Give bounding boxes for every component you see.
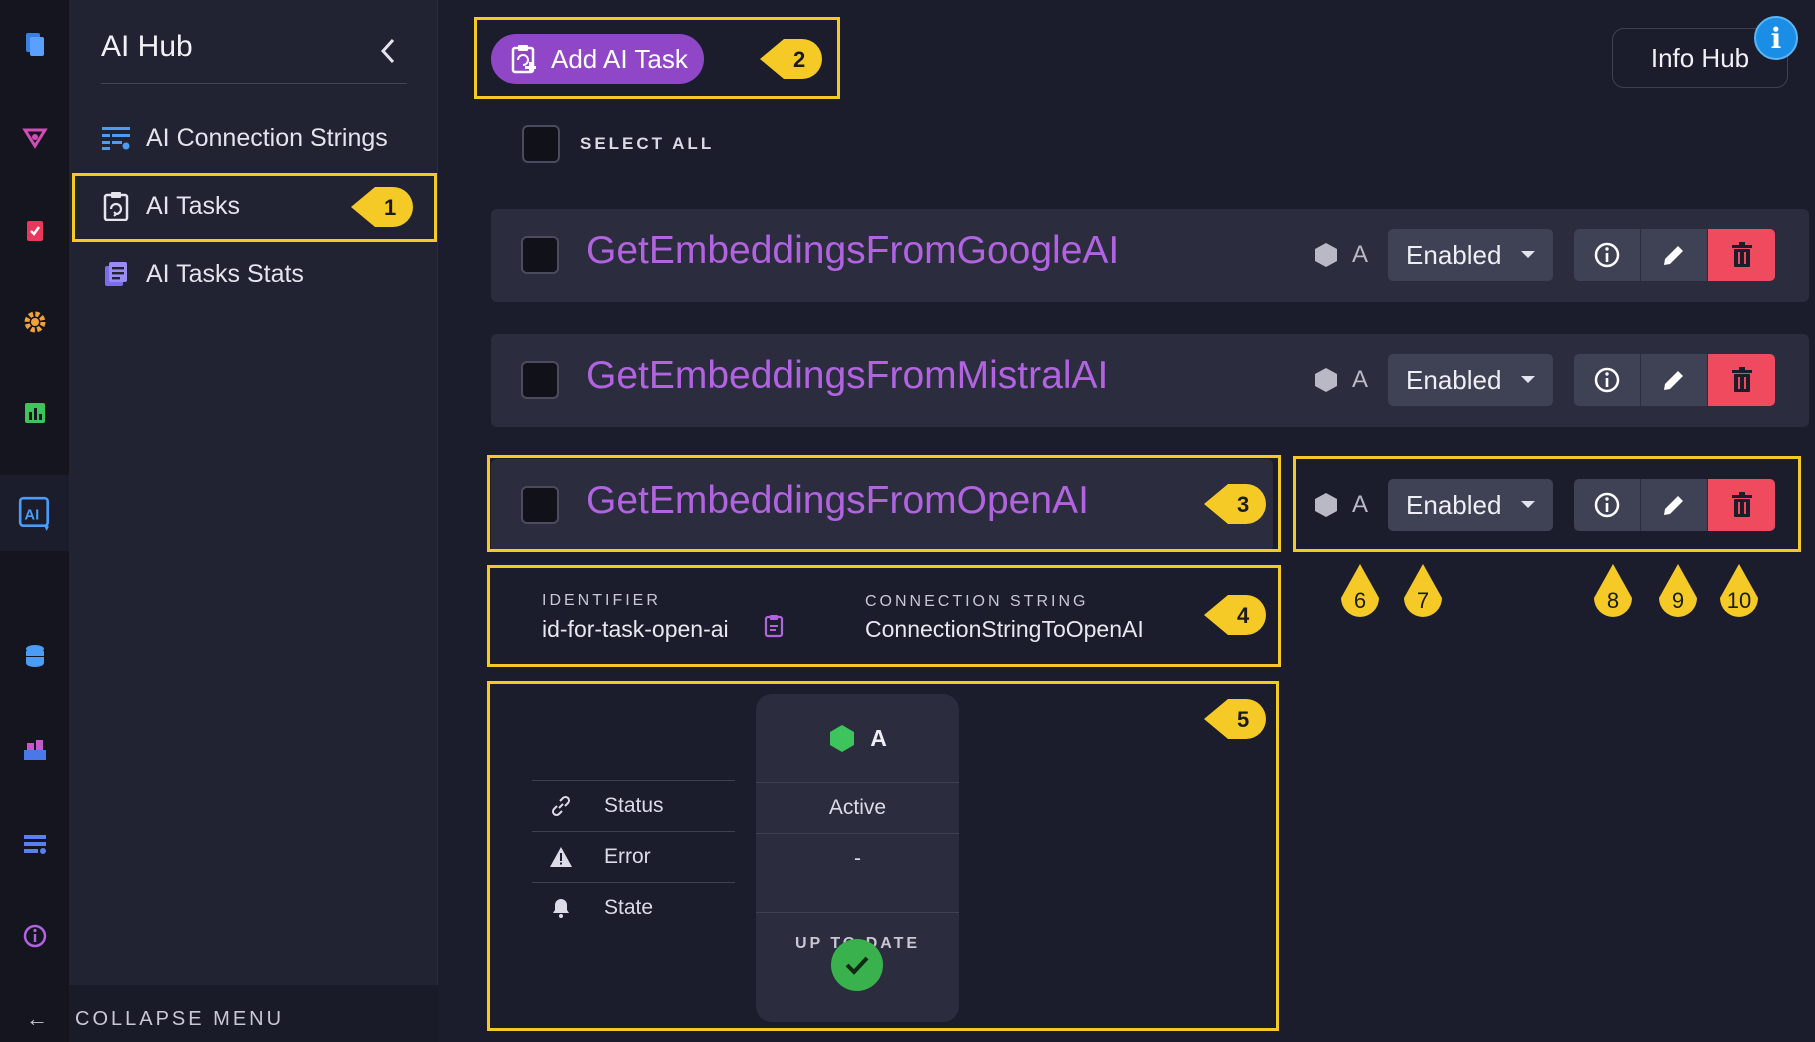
annotation-number: 4 (1237, 603, 1250, 628)
sidebar-item-ai-tasks-stats[interactable]: AI Tasks Stats (101, 246, 421, 302)
task-name-link[interactable]: GetEmbeddingsFromGoogleAI (586, 229, 1119, 273)
databases-icon[interactable] (0, 626, 69, 686)
state-dropdown-value: Enabled (1406, 364, 1502, 395)
delete-button[interactable] (1708, 354, 1776, 406)
svg-text:AI: AI (24, 507, 39, 523)
annotation-callout: 4 (1202, 591, 1266, 639)
delete-button[interactable] (1708, 229, 1776, 281)
info-button[interactable] (1574, 354, 1642, 406)
trash-icon (1731, 242, 1752, 267)
pencil-icon (1664, 246, 1684, 265)
action-buttons (1574, 354, 1776, 406)
collapse-menu-button[interactable]: ← COLLAPSE MENU (26, 1006, 284, 1032)
indexes-icon[interactable] (0, 108, 69, 168)
info-circle-icon (1594, 242, 1620, 268)
trash-icon (1731, 367, 1752, 392)
annotation-marker: 8 (1591, 562, 1635, 624)
edit-button[interactable] (1641, 229, 1709, 281)
caret-down-icon (1521, 251, 1536, 258)
annotation-highlight (487, 681, 1279, 1031)
task-checkbox[interactable] (521, 361, 559, 399)
state-dropdown-value: Enabled (1406, 239, 1502, 270)
annotation-number: 3 (1237, 492, 1250, 517)
annotation-highlight (487, 565, 1281, 667)
annotation-number: 2 (793, 47, 806, 72)
sidebar-item-ai-connection-strings[interactable]: AI Connection Strings (101, 110, 421, 166)
task-checkbox[interactable] (521, 236, 559, 274)
cluster-icon[interactable] (0, 720, 69, 780)
annotation-marker: 9 (1656, 562, 1700, 624)
annotation-number: 8 (1606, 588, 1620, 613)
state-dropdown[interactable]: Enabled (1388, 229, 1554, 281)
info-hub-label: Info Hub (1650, 42, 1750, 73)
annotation-marker: 7 (1401, 562, 1445, 624)
sidebar-divider (101, 83, 407, 84)
node-hexagon-icon (1315, 368, 1337, 392)
annotation-callout: 3 (1202, 480, 1266, 528)
node-tag: A (1352, 366, 1369, 393)
action-buttons (1574, 229, 1776, 281)
chevron-left-icon[interactable] (374, 34, 402, 68)
annotation-number: 6 (1353, 588, 1367, 613)
annotation-highlight (1293, 456, 1801, 552)
stats-list-icon (101, 259, 131, 289)
annotation-number: 5 (1237, 707, 1250, 732)
state-dropdown[interactable]: Enabled (1388, 354, 1554, 406)
icon-rail: AI (0, 0, 69, 1042)
task-controls: A Enabled (1312, 350, 1782, 410)
tasks-icon[interactable] (0, 200, 69, 260)
select-all-label: SELECT ALL (580, 134, 715, 153)
info-button[interactable] (1574, 229, 1642, 281)
info-icon[interactable]: i (1754, 16, 1798, 60)
documents-icon[interactable] (0, 14, 69, 74)
stats-icon[interactable] (0, 383, 69, 443)
task-controls: A Enabled (1312, 225, 1782, 285)
edit-button[interactable] (1641, 354, 1709, 406)
annotation-number: 9 (1671, 588, 1685, 613)
task-name-link[interactable]: GetEmbeddingsFromMistralAI (586, 354, 1108, 398)
info-circle-icon (1594, 367, 1620, 393)
node-tag: A (1352, 241, 1369, 268)
sidebar-item-label: AI Tasks Stats (146, 259, 304, 288)
annotation-highlight (487, 455, 1281, 552)
select-all-checkbox[interactable] (522, 125, 560, 163)
annotation-callout: 2 (758, 35, 822, 83)
server-settings-icon[interactable] (0, 814, 69, 874)
annotation-marker: 6 (1338, 562, 1382, 624)
node-hexagon-icon (1315, 243, 1337, 267)
annotation-number: 7 (1416, 588, 1430, 613)
ai-hub-icon[interactable]: AI (0, 475, 69, 551)
annotation-number: 1 (384, 195, 397, 220)
annotation-callout: 5 (1202, 695, 1266, 743)
connection-strings-icon (101, 123, 131, 153)
annotation-number: 10 (1726, 588, 1752, 613)
annotation-marker: 10 (1717, 562, 1761, 624)
settings-gear-icon[interactable] (0, 292, 69, 352)
arrow-left-icon: ← (26, 1006, 51, 1031)
ai-hub-sidebar: AI Hub AI Connection Strings AI Tasks AI… (69, 0, 438, 1042)
about-info-icon[interactable] (0, 906, 69, 966)
caret-down-icon (1521, 376, 1536, 383)
pencil-icon (1664, 371, 1684, 390)
collapse-menu-label: COLLAPSE MENU (75, 1007, 285, 1030)
sidebar-item-label: AI Connection Strings (146, 123, 388, 152)
annotation-callout: 1 (349, 183, 413, 231)
select-all[interactable]: SELECT ALL (522, 125, 714, 163)
sidebar-title: AI Hub (101, 30, 193, 63)
